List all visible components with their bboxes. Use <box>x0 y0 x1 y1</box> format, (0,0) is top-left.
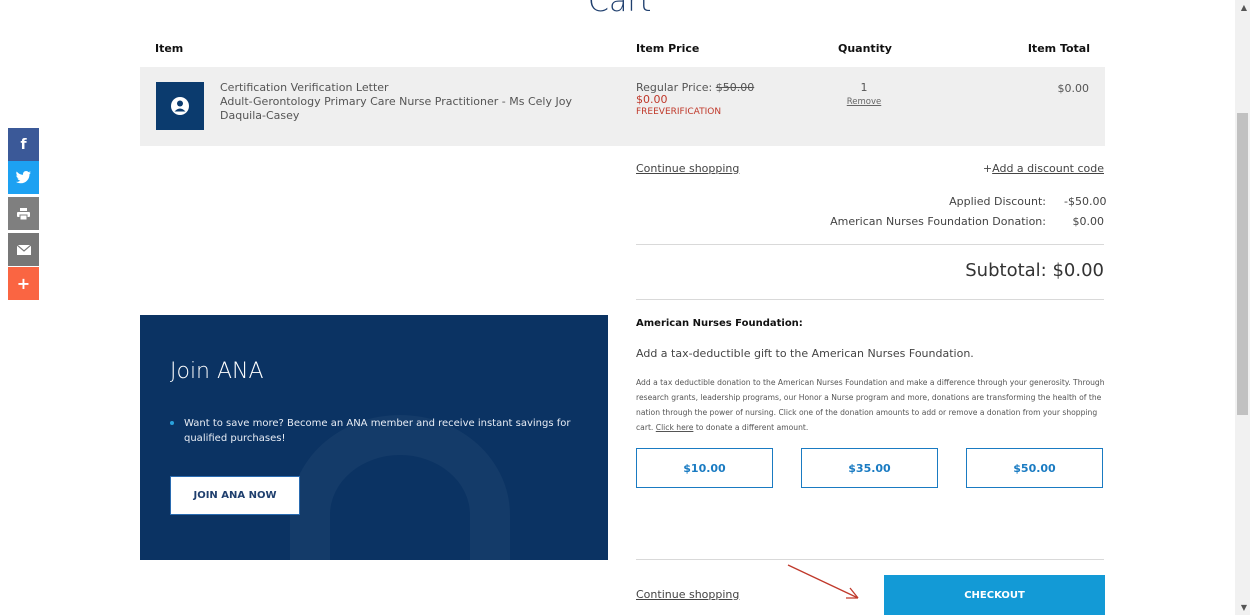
join-title: Join ANA <box>170 359 264 384</box>
twitter-share-button[interactable] <box>8 161 39 194</box>
subtotal: Subtotal: $0.00 <box>965 260 1104 281</box>
user-badge-icon <box>171 97 189 115</box>
scroll-up-arrow-icon[interactable]: ▲ <box>1241 3 1247 12</box>
divider <box>636 299 1104 300</box>
regular-price: $50.00 <box>715 81 755 94</box>
quantity-column: 1 Remove <box>844 82 884 108</box>
applied-discount-row: Applied Discount: -$50.00 <box>830 192 1107 212</box>
product-detail: Adult-Gerontology Primary Care Nurse Pra… <box>220 95 572 122</box>
foundation-title: American Nurses Foundation: <box>636 318 803 329</box>
divider <box>636 244 1104 245</box>
header-quantity: Quantity <box>838 42 892 55</box>
foundation-body-tail: to donate a different amount. <box>695 423 809 432</box>
discount-code: +Add a discount code <box>983 162 1104 175</box>
click-here-link[interactable]: Click here <box>656 423 694 432</box>
item-total: $0.00 <box>1057 82 1090 95</box>
twitter-icon <box>16 171 31 184</box>
foundation-subtitle: Add a tax-deductible gift to the America… <box>636 347 974 360</box>
join-text-content: Want to save more? Become an ANA member … <box>184 418 571 444</box>
facebook-share-button[interactable]: f <box>8 128 39 161</box>
product-thumbnail <box>156 82 204 130</box>
applied-discount-value: -$50.00 <box>1064 195 1107 208</box>
print-button[interactable] <box>8 197 39 230</box>
applied-discount-label: Applied Discount: <box>949 195 1046 208</box>
more-share-button[interactable]: + <box>8 267 39 300</box>
product-name: Certification Verification Letter <box>220 81 389 94</box>
envelope-icon <box>16 244 31 255</box>
quantity-value: 1 <box>860 81 868 94</box>
summary-lines: Applied Discount: -$50.00 American Nurses… <box>830 192 1107 232</box>
plus-prefix: + <box>982 162 993 175</box>
donate-50-button[interactable]: $50.00 <box>966 448 1103 488</box>
sale-price: $0.00 <box>636 93 668 106</box>
bullet-icon <box>170 421 174 425</box>
cart-table-header: Item Item Price Quantity Item Total <box>155 42 1090 56</box>
header-item-price: Item Price <box>636 42 700 55</box>
join-ana-button[interactable]: JOIN ANA NOW <box>170 476 300 515</box>
promo-code: FREEVERIFICATION <box>636 107 722 117</box>
checkout-button[interactable]: CHECKOUT <box>884 575 1105 615</box>
join-text: Want to save more? Become an ANA member … <box>170 416 590 446</box>
plus-icon: + <box>16 274 31 293</box>
header-item-total: Item Total <box>1027 42 1090 55</box>
header-item: Item <box>155 42 184 55</box>
printer-icon <box>17 207 30 220</box>
continue-shopping-link[interactable]: Continue shopping <box>636 162 739 175</box>
donate-35-button[interactable]: $35.00 <box>801 448 938 488</box>
scroll-down-arrow-icon[interactable]: ▼ <box>1241 603 1247 612</box>
scrollbar[interactable]: ▲ ▼ <box>1235 0 1250 615</box>
facebook-icon: f <box>20 136 27 153</box>
donation-value: $0.00 <box>1072 215 1105 228</box>
donate-10-button[interactable]: $10.00 <box>636 448 773 488</box>
scroll-thumb[interactable] <box>1237 113 1248 415</box>
remove-link[interactable]: Remove <box>844 96 884 108</box>
divider <box>636 559 1104 560</box>
page-title: Cart <box>588 0 652 19</box>
price-column: Regular Price: $50.00 $0.00 FREEVERIFICA… <box>636 82 754 118</box>
foundation-body: Add a tax deductible donation to the Ame… <box>636 375 1106 435</box>
donation-row: American Nurses Foundation Donation: $0.0… <box>830 212 1104 232</box>
add-discount-link[interactable]: Add a discount code <box>992 162 1104 175</box>
annotation-arrow <box>787 564 859 599</box>
donation-label: American Nurses Foundation Donation: <box>830 215 1046 228</box>
product-description: Certification Verification Letter Adult-… <box>220 81 600 123</box>
continue-shopping-link-bottom[interactable]: Continue shopping <box>636 588 739 601</box>
cart-row: Certification Verification Letter Adult-… <box>140 67 1105 146</box>
join-ana-panel: Join ANA Want to save more? Become an AN… <box>140 315 608 560</box>
email-share-button[interactable] <box>8 233 39 266</box>
